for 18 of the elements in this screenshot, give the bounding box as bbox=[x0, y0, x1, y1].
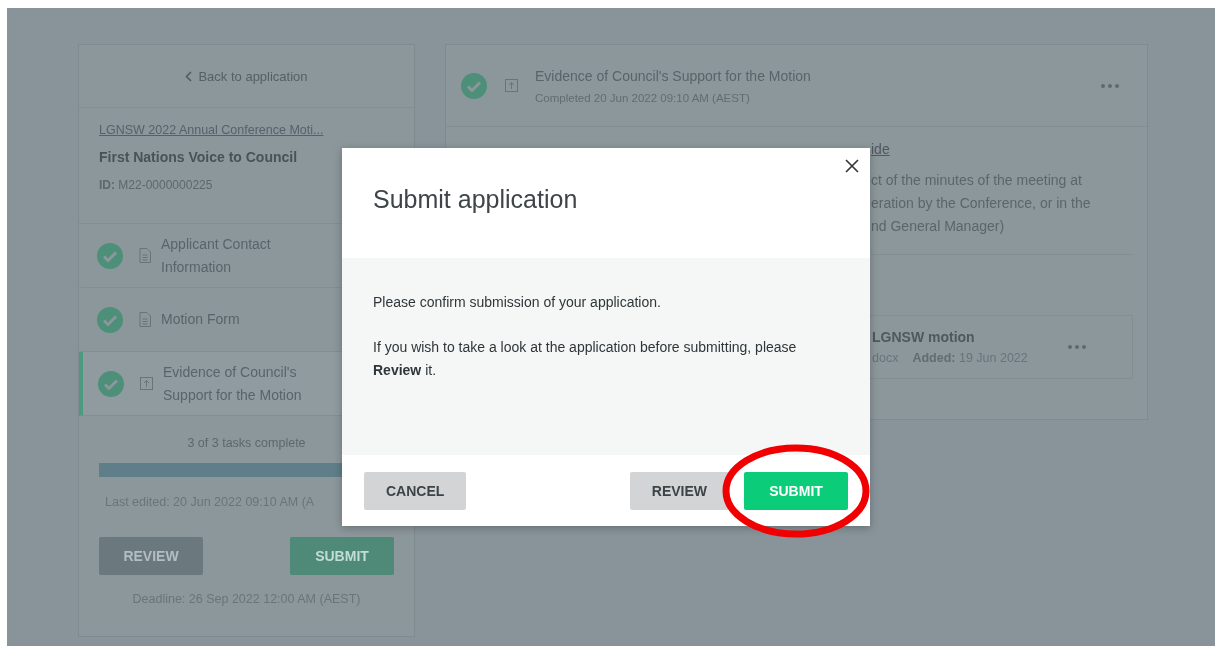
document-icon bbox=[139, 312, 151, 327]
more-icon bbox=[1101, 83, 1119, 88]
modal-title: Submit application bbox=[373, 185, 579, 214]
upload-icon bbox=[140, 376, 153, 391]
submit-button[interactable]: SUBMIT bbox=[290, 537, 394, 575]
application-title: First Nations Voice to Council bbox=[99, 149, 299, 165]
guide-link[interactable]: ide bbox=[871, 141, 890, 157]
upload-icon bbox=[505, 78, 518, 93]
review-button[interactable]: REVIEW bbox=[99, 537, 203, 575]
cancel-button[interactable]: CANCEL bbox=[364, 471, 467, 510]
document-icon bbox=[139, 248, 151, 263]
chevron-left-icon bbox=[185, 70, 193, 82]
close-icon bbox=[845, 159, 859, 173]
more-icon bbox=[1068, 345, 1086, 349]
file-name: LGNSW motion bbox=[872, 329, 976, 345]
back-link[interactable]: Back to application bbox=[79, 45, 414, 108]
submit-button[interactable]: SUBMIT bbox=[744, 471, 848, 510]
review-button[interactable]: REVIEW bbox=[629, 471, 729, 510]
